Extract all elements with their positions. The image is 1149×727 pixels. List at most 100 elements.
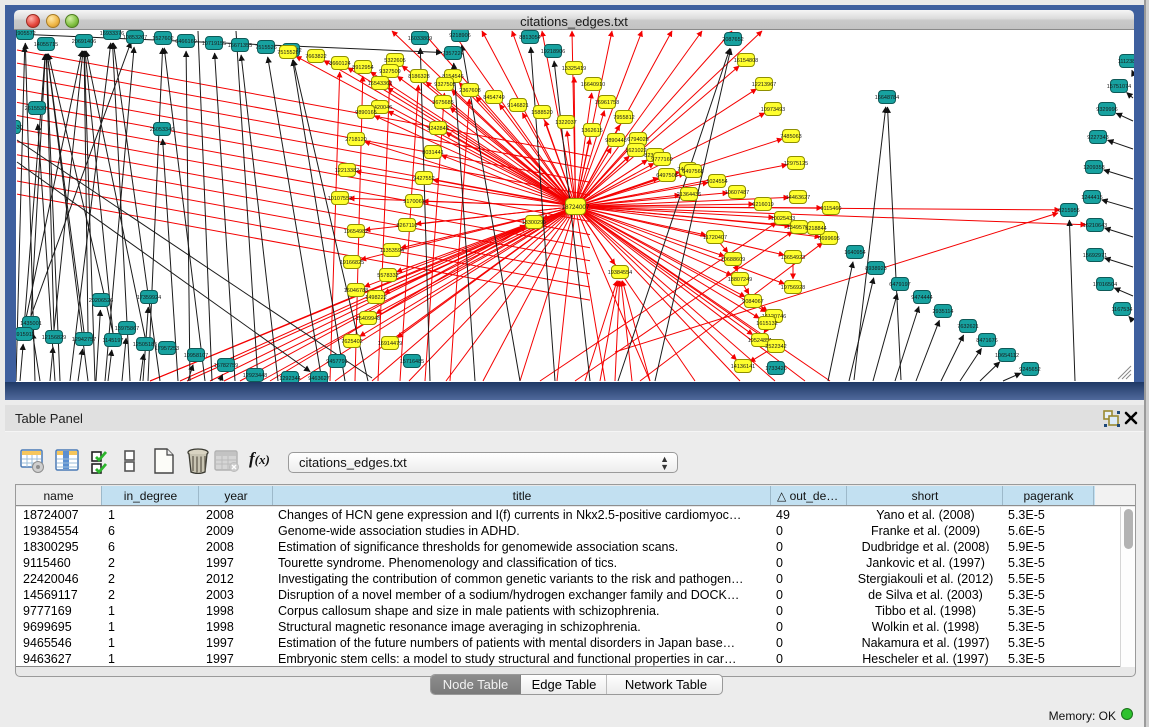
svg-text:16961758: 16961758 (595, 100, 619, 106)
svg-text:1905572: 1905572 (16, 31, 36, 37)
svg-text:15692971: 15692971 (1083, 253, 1107, 259)
svg-text:15716485: 15716485 (400, 359, 424, 365)
svg-text:9327505: 9327505 (434, 82, 455, 88)
svg-text:16648784: 16648784 (875, 95, 899, 101)
svg-text:14055715: 14055715 (34, 42, 58, 48)
svg-text:8471676: 8471676 (976, 338, 997, 344)
svg-text:16046788: 16046788 (344, 288, 368, 294)
svg-text:8267110: 8267110 (396, 223, 417, 229)
svg-text:16210643: 16210643 (1083, 223, 1107, 229)
svg-text:8938923: 8938923 (865, 266, 886, 272)
svg-text:19218906: 19218906 (541, 49, 565, 55)
svg-text:21364436: 21364436 (677, 192, 701, 198)
svg-text:17359924: 17359924 (137, 295, 161, 301)
svg-text:9146821: 9146821 (507, 103, 528, 109)
svg-text:8912954: 8912954 (352, 65, 373, 71)
svg-text:1498222: 1498222 (365, 295, 386, 301)
svg-text:11720407: 11720407 (703, 235, 727, 241)
svg-text:26155301: 26155301 (25, 106, 49, 112)
svg-text:9170061: 9170061 (403, 199, 424, 205)
svg-text:9327509: 9327509 (379, 69, 400, 75)
svg-text:6794028: 6794028 (627, 137, 648, 143)
svg-text:5218844: 5218844 (805, 226, 826, 232)
svg-text:7515526: 7515526 (255, 45, 276, 51)
svg-text:8813054: 8813054 (519, 35, 540, 41)
svg-text:8186328: 8186328 (408, 74, 429, 80)
svg-text:7357224: 7357224 (442, 51, 463, 57)
svg-text:1209358: 1209358 (1083, 165, 1104, 171)
svg-text:10607487: 10607487 (725, 190, 749, 196)
svg-text:1640954: 1640954 (844, 250, 865, 256)
svg-text:10853267: 10853267 (123, 35, 147, 41)
svg-text:10719155: 10719155 (202, 41, 226, 47)
svg-text:9242848: 9242848 (427, 126, 448, 132)
svg-text:9777169: 9777169 (651, 157, 672, 163)
svg-text:1615132: 1615132 (756, 321, 777, 327)
svg-text:16154808: 16154808 (734, 58, 758, 64)
svg-text:8660124: 8660124 (329, 61, 350, 67)
svg-text:12156829: 12156829 (42, 335, 66, 341)
svg-text:7663822: 7663822 (305, 54, 326, 60)
svg-text:9218906: 9218906 (449, 33, 470, 39)
svg-text:16933376: 16933376 (100, 31, 124, 37)
svg-text:2615530: 2615530 (16, 125, 23, 131)
svg-text:17957253: 17957253 (155, 346, 179, 352)
svg-text:9245652: 9245652 (1019, 367, 1040, 373)
svg-text:13325419: 13325419 (562, 66, 586, 72)
svg-text:9890165: 9890165 (355, 110, 376, 116)
svg-text:16782759: 16782759 (214, 363, 238, 369)
svg-text:11353594: 11353594 (380, 248, 404, 254)
svg-text:1024554: 1024554 (706, 179, 727, 185)
svg-text:2935114: 2935114 (932, 309, 953, 315)
svg-text:16640910: 16640910 (581, 82, 605, 88)
svg-text:7625402: 7625402 (341, 339, 362, 345)
svg-text:14463627: 14463627 (786, 195, 810, 201)
svg-text:15751074: 15751074 (1107, 84, 1131, 90)
svg-text:1292344: 1292344 (279, 376, 300, 382)
svg-text:7515526: 7515526 (277, 50, 298, 56)
svg-text:15409948: 15409948 (356, 316, 380, 322)
svg-text:1244415: 1244415 (1081, 195, 1102, 201)
svg-text:6497568: 6497568 (682, 169, 703, 175)
svg-text:2367608: 2367608 (459, 88, 480, 94)
svg-text:13975867: 13975867 (115, 326, 139, 332)
svg-text:16033809: 16033809 (408, 36, 432, 42)
svg-text:14136141: 14136141 (731, 364, 755, 370)
svg-text:0699695: 0699695 (818, 236, 839, 242)
svg-text:2087652: 2087652 (722, 37, 743, 43)
svg-text:6466160: 6466160 (175, 39, 196, 45)
svg-text:18300295: 18300295 (522, 220, 546, 226)
svg-text:10973493: 10973493 (761, 107, 785, 113)
svg-text:9463627: 9463627 (308, 376, 329, 382)
svg-text:12213967: 12213967 (752, 82, 776, 88)
svg-text:8215955: 8215955 (1058, 208, 1079, 214)
svg-text:12942757: 12942757 (72, 337, 96, 343)
svg-text:9115460: 9115460 (820, 206, 841, 212)
svg-text:1527602: 1527602 (152, 36, 173, 42)
svg-text:16914479: 16914479 (378, 341, 402, 347)
svg-text:1362615: 1362615 (581, 128, 602, 134)
svg-text:10654112: 10654112 (995, 353, 1019, 359)
svg-text:9227343: 9227343 (1087, 135, 1108, 141)
svg-text:1435001: 1435001 (20, 321, 41, 327)
svg-text:3675685: 3675685 (432, 100, 453, 106)
svg-text:18807249: 18807249 (728, 277, 752, 283)
svg-text:8454749: 8454749 (483, 95, 504, 101)
svg-text:20206526: 20206526 (89, 298, 113, 304)
svg-text:10688609: 10688609 (721, 257, 745, 263)
svg-text:20691406: 20691406 (72, 39, 96, 45)
svg-text:17016504: 17016504 (1093, 282, 1117, 288)
svg-text:6497508: 6497508 (656, 173, 677, 179)
svg-text:19756928: 19756928 (781, 285, 805, 291)
svg-text:7632621: 7632621 (957, 324, 978, 330)
svg-text:5322605: 5322605 (384, 58, 405, 64)
svg-text:6479197: 6479197 (889, 282, 910, 288)
svg-text:9474444: 9474444 (911, 295, 932, 301)
svg-text:12505185: 12505185 (133, 342, 157, 348)
svg-text:9457791: 9457791 (326, 359, 347, 365)
svg-text:2522342: 2522342 (765, 344, 786, 350)
svg-text:19384554: 19384554 (608, 270, 632, 276)
svg-text:18724007: 18724007 (562, 204, 590, 211)
svg-text:7955812: 7955812 (613, 115, 634, 121)
svg-text:16671355: 16671355 (228, 43, 252, 49)
